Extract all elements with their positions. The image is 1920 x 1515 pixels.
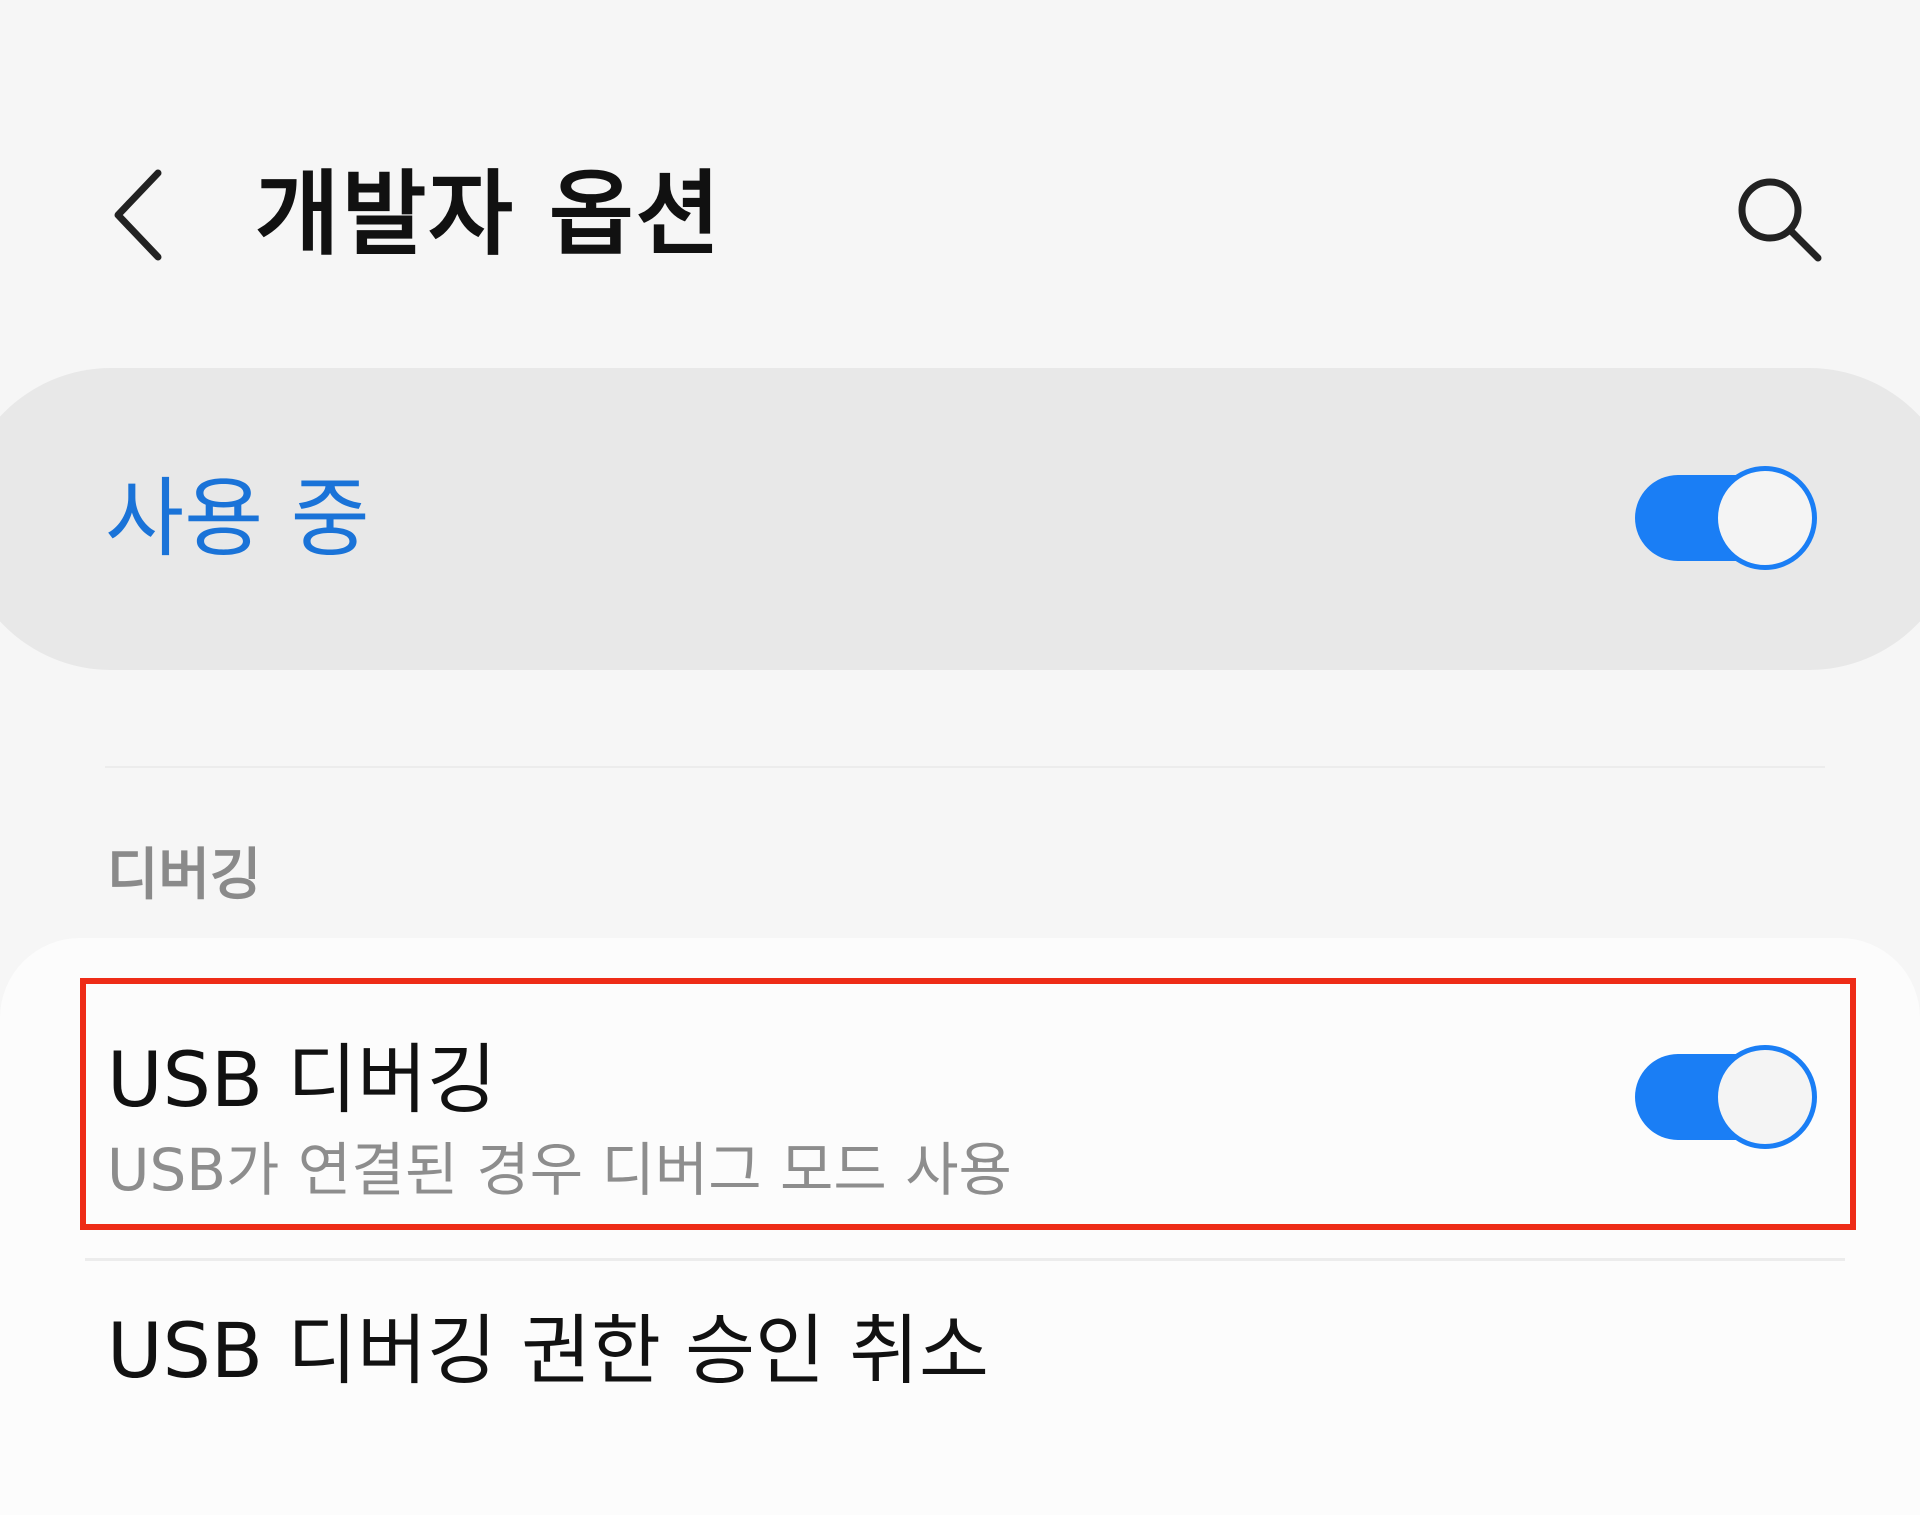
- usb-debugging-toggle-switch[interactable]: [1635, 1045, 1817, 1149]
- master-switch-label: 사용 중: [105, 469, 370, 569]
- back-button[interactable]: [100, 160, 180, 270]
- section-header-debugging: 디버깅: [107, 843, 262, 908]
- toggle-knob: [1713, 1045, 1817, 1149]
- usb-debugging-subtitle: USB가 연결된 경우 디버그 모드 사용: [107, 1136, 1012, 1204]
- chevron-left-icon: [114, 169, 162, 261]
- search-button[interactable]: [1725, 165, 1835, 275]
- divider: [85, 1258, 1845, 1261]
- master-switch-card[interactable]: 사용 중: [0, 368, 1920, 670]
- page-title: 개발자 옵션: [255, 161, 723, 268]
- list-item-usb-debugging[interactable]: USB 디버깅 USB가 연결된 경우 디버그 모드 사용: [0, 938, 1920, 1238]
- developer-options-screen: 개발자 옵션 사용 중 디버깅 USB 디버깅 USB가 연결된 경우 디버그 …: [0, 0, 1920, 1515]
- revoke-usb-authorizations-title: USB 디버깅 권한 승인 취소: [107, 1306, 989, 1395]
- toggle-knob: [1713, 466, 1817, 570]
- master-toggle-switch[interactable]: [1635, 466, 1817, 570]
- usb-debugging-title: USB 디버깅: [107, 1035, 497, 1124]
- search-icon: [1738, 178, 1822, 262]
- list-item-revoke-usb-authorizations[interactable]: USB 디버깅 권한 승인 취소: [0, 1262, 1920, 1515]
- app-bar: 개발자 옵션: [0, 130, 1920, 300]
- divider: [105, 766, 1825, 768]
- debugging-list-card: USB 디버깅 USB가 연결된 경우 디버그 모드 사용 USB 디버깅 권한…: [0, 938, 1920, 1515]
